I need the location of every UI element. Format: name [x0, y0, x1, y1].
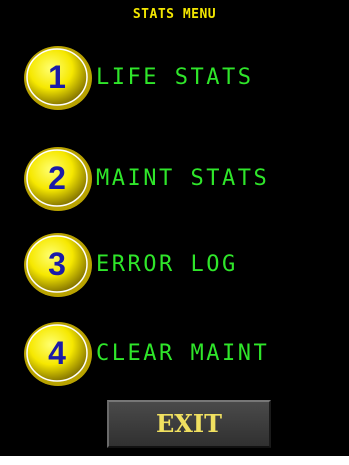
- number-button-4[interactable]: 4: [22, 320, 94, 388]
- menu-item-clear-maint[interactable]: 4 CLEAR MAINT: [22, 320, 342, 390]
- number-text: 3: [48, 246, 66, 282]
- menu-item-error-log[interactable]: 3 ERROR LOG: [22, 231, 342, 301]
- stats-menu-screen: STATS MENU 1 LIFE STATS 2 MAINT STATS 3 …: [0, 0, 349, 456]
- number-text: 1: [48, 59, 66, 95]
- menu-item-label: CLEAR MAINT: [96, 341, 270, 366]
- menu-item-maint-stats[interactable]: 2 MAINT STATS: [22, 145, 342, 215]
- menu-item-label: MAINT STATS: [96, 166, 270, 191]
- number-text: 2: [48, 160, 66, 196]
- yellow-circle-icon: 3: [24, 233, 92, 297]
- number-button-3[interactable]: 3: [22, 231, 94, 299]
- exit-button[interactable]: EXIT: [107, 400, 271, 448]
- number-text: 4: [48, 335, 66, 371]
- yellow-circle-icon: 1: [24, 46, 92, 110]
- yellow-circle-icon: 4: [24, 322, 92, 386]
- menu-item-life-stats[interactable]: 1 LIFE STATS: [22, 44, 342, 114]
- menu-title: STATS MENU: [132, 7, 217, 22]
- menu-item-label: LIFE STATS: [96, 65, 254, 90]
- number-button-1[interactable]: 1: [22, 44, 94, 112]
- yellow-circle-icon: 2: [24, 147, 92, 211]
- menu-item-label: ERROR LOG: [96, 252, 238, 277]
- number-button-2[interactable]: 2: [22, 145, 94, 213]
